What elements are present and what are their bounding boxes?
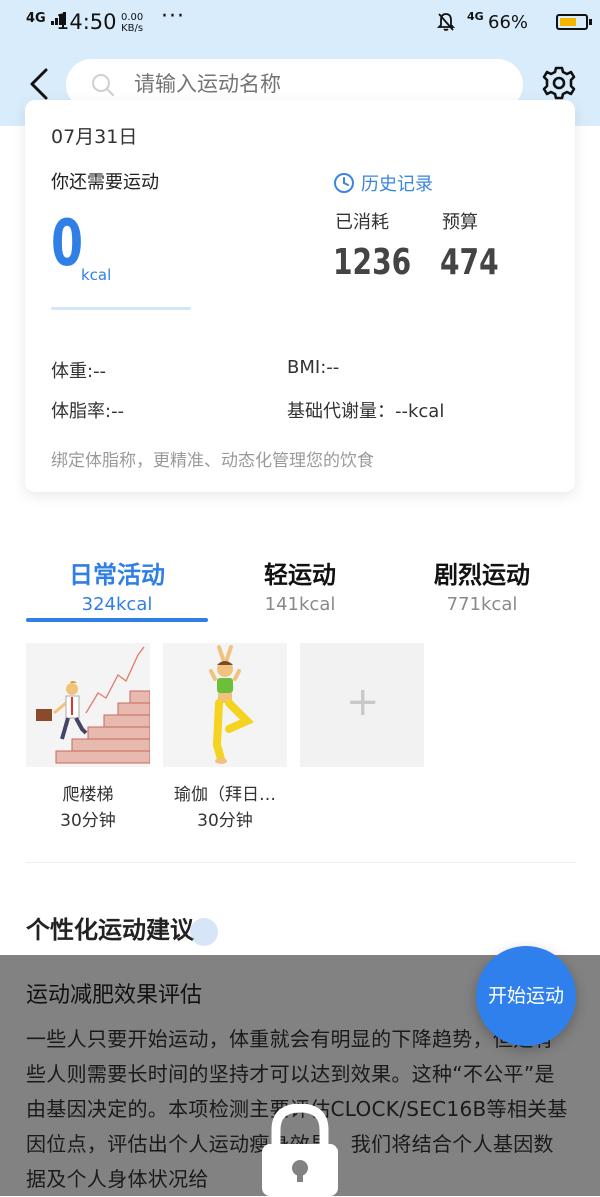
activity-tile-stairs[interactable] [26, 643, 150, 767]
activity-duration: 30分钟 [60, 811, 116, 831]
activity-name: 爬楼梯 [62, 785, 114, 805]
lock-icon[interactable] [256, 1104, 344, 1196]
history-label: 历史记录 [361, 174, 433, 195]
start-exercise-button[interactable]: 开始运动 [476, 946, 576, 1046]
active-tab-indicator [26, 618, 208, 622]
summary-card: 07月31日 你还需要运动 历史记录 0 kcal 已消耗 预算 1236 47… [25, 100, 575, 492]
consumed-value: 1236 [333, 242, 412, 283]
progress-underline [51, 307, 191, 310]
bmi-metric: BMI:-- [287, 357, 340, 378]
need-kcal-unit: kcal [81, 266, 112, 284]
tab-name: 轻运动 [264, 561, 336, 589]
bind-scale-hint[interactable]: 绑定体脂称，更精准、动态化管理您的饮食 [51, 446, 374, 471]
tab-name: 剧烈运动 [434, 561, 530, 589]
date-label: 07月31日 [51, 126, 138, 148]
section-divider [26, 862, 576, 863]
activity-tile-yoga[interactable] [163, 643, 287, 767]
tab-light-exercise[interactable]: 轻运动 141kcal [200, 555, 400, 615]
tab-kcal: 324kcal [81, 594, 153, 615]
plus-icon: + [346, 679, 380, 725]
touch-ripple [190, 918, 218, 946]
history-link[interactable]: 历史记录 [333, 170, 433, 196]
tab-name: 日常活动 [69, 561, 165, 589]
network-type: 4G [467, 10, 484, 23]
budget-label: 预算 [442, 212, 478, 233]
back-arrow-icon[interactable] [24, 66, 60, 102]
tab-kcal: 141kcal [264, 594, 336, 615]
battery-level-fill [560, 18, 576, 26]
signal-label: 4G [26, 11, 46, 26]
search-icon [92, 74, 114, 96]
tab-intense-exercise[interactable]: 剧烈运动 771kcal [382, 555, 582, 615]
add-activity-button[interactable]: + [300, 643, 424, 767]
budget-value: 474 [440, 242, 499, 283]
activity-yoga-label: 瑜伽（拜日… 30分钟 [160, 782, 290, 834]
need-exercise-label: 你还需要运动 [51, 172, 159, 193]
consumed-label: 已消耗 [335, 212, 389, 233]
activity-duration: 30分钟 [197, 811, 253, 831]
network-speed: 0.00 KB/s [121, 12, 143, 34]
clock-icon [334, 173, 354, 193]
activity-stairs-label: 爬楼梯 30分钟 [23, 782, 153, 834]
advice-card-title: 运动减肥效果评估 [26, 983, 203, 1008]
search-input[interactable] [132, 71, 496, 97]
gear-icon[interactable] [541, 65, 577, 101]
speed-unit: KB/s [121, 23, 144, 34]
speed-value: 0.00 [121, 12, 144, 23]
bmr-metric: 基础代谢量：--kcal [287, 401, 445, 422]
need-kcal-value: 0 [51, 207, 84, 281]
mute-bell-icon [437, 13, 455, 31]
stair-climbing-illustration [26, 643, 150, 767]
battery-icon [556, 14, 592, 30]
body-fat-metric: 体脂率:-- [51, 401, 125, 422]
more-notifications-icon: ··· [161, 4, 185, 29]
status-bar: 4G 14:50 0.00 KB/s ··· 4G 66% [0, 0, 600, 46]
clock: 14:50 [56, 10, 117, 34]
weight-metric: 体重:-- [51, 361, 107, 382]
tab-daily-activity[interactable]: 日常活动 324kcal [17, 555, 217, 615]
battery-percent: 66% [488, 12, 529, 33]
tab-kcal: 771kcal [446, 594, 518, 615]
activity-name: 瑜伽（拜日… [174, 785, 276, 805]
advice-section-title: 个性化运动建议 [26, 916, 194, 944]
yoga-illustration [163, 643, 287, 767]
